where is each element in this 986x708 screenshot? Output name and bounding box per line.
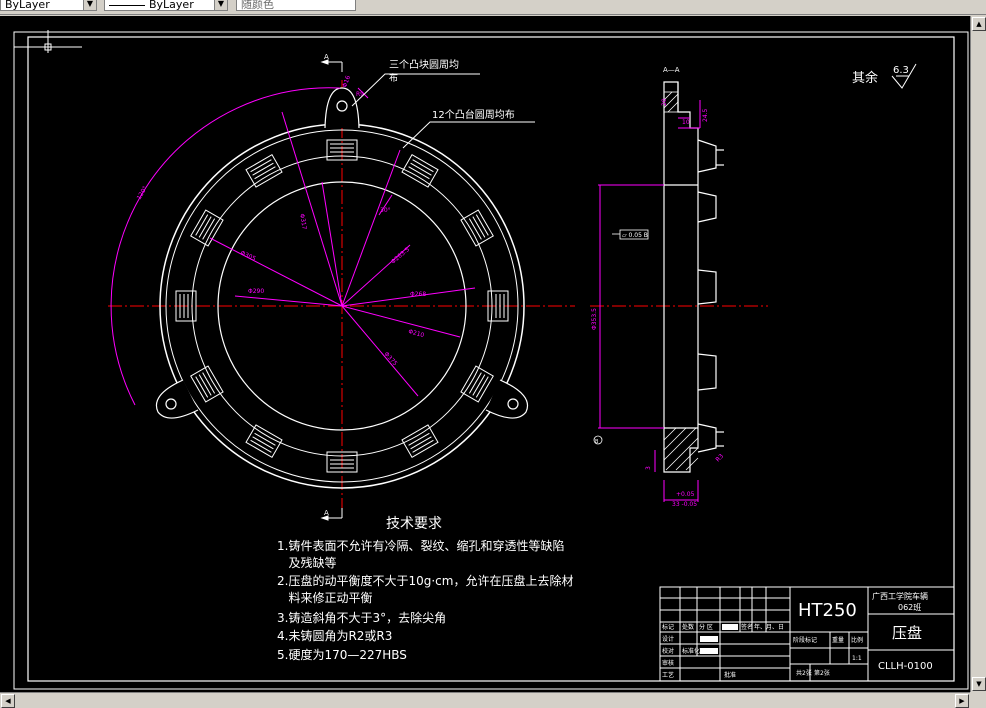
section-label-top: A	[324, 53, 329, 61]
layer-combo[interactable]: ByLayer ▼	[0, 0, 97, 11]
flatness-frame: ⏥ 0.05 B	[612, 229, 649, 240]
requirement-item: 5.硬度为170—227HBS	[277, 647, 407, 662]
tb-header-cell: 分 区	[699, 623, 713, 631]
tb-sheet-no: 第2张	[814, 669, 830, 677]
linetype-combo[interactable]: ByLayer ▼	[104, 0, 228, 11]
tb-std-mark: 标准化	[682, 647, 700, 655]
requirement-item: 4.未铸圆角为R2或R3	[277, 628, 392, 643]
tb-school: 广西工学院车辆	[872, 591, 928, 601]
dim-d6: Φ268	[410, 291, 426, 298]
chevron-down-icon[interactable]: ▼	[214, 0, 227, 10]
dim-d5: Φ290	[248, 288, 264, 295]
chevron-down-icon[interactable]: ▼	[83, 0, 96, 10]
tb-ratio: 比例	[851, 636, 863, 644]
tb-header-cell: 签名	[741, 623, 753, 631]
tb-header-cell: 标记	[662, 623, 674, 631]
requirements-title: 技术要求	[386, 516, 442, 532]
scroll-up-icon[interactable]: ▲	[972, 17, 986, 31]
tb-row-label: 设计	[662, 635, 674, 643]
tb-weight: 重量	[832, 636, 844, 644]
dim-h8: Φ210	[407, 328, 425, 339]
tb-part-name: 压盘	[892, 624, 922, 642]
front-dimensions	[110, 87, 476, 406]
dim-top3: 24.5	[702, 108, 709, 122]
tb-class: 062班	[898, 602, 921, 612]
linetype-sample	[109, 4, 145, 6]
tb-stage-mark: 阶段标记	[793, 636, 817, 644]
dim-vertical: Φ353.5	[591, 308, 598, 330]
scroll-right-icon[interactable]: ▶	[955, 694, 969, 708]
requirement-item: 及残缺等	[277, 555, 336, 570]
tb-material: HT250	[798, 600, 857, 621]
tb-drawing-number: CLLH-0100	[878, 661, 933, 672]
roughness-label: 其余	[852, 70, 878, 86]
boss-lug-right	[485, 379, 528, 419]
requirement-item: 3.铸造斜角不大于3°，去除尖角	[277, 610, 446, 625]
section-dimensions	[598, 100, 701, 502]
tb-row-label: 校对	[662, 647, 674, 655]
dim-top2: 10	[682, 119, 690, 126]
annotation-bosses: 三个凸块圆周均	[389, 59, 459, 71]
tb-header-cell: 年、月、日	[754, 623, 784, 631]
technical-requirements: 技术要求 1.铸件表面不允许有冷隔、裂纹、缩孔和穿透性等缺陷 及残缺等 2.压盘…	[277, 516, 573, 662]
dim-d3: 30°	[380, 207, 391, 214]
section-view-label: A—A	[663, 66, 680, 74]
properties-toolbar: ByLayer ▼ ByLayer ▼ 随颜色	[0, 0, 986, 15]
front-view: Φ317 Φ305 Φ290 Φ268 Φ210 Φ375 Φ263.5 120…	[108, 53, 575, 521]
tb-header-cell: 处数	[682, 623, 694, 631]
scrollbar-corner	[970, 692, 986, 708]
dim-thickness-tol: +0.05	[676, 491, 695, 498]
color-combo-value: 随颜色	[241, 0, 274, 11]
tb-row-label: 审核	[662, 659, 674, 667]
requirement-item: 料来修正动平衡	[277, 590, 372, 605]
roughness-value: 6.3	[893, 65, 909, 76]
annotation-pads: 12个凸台圆周均布	[432, 108, 515, 121]
linetype-combo-value: ByLayer	[149, 0, 194, 11]
dim-angle: 120°	[136, 185, 149, 201]
dim-small: 3	[645, 466, 652, 470]
dim-d2: R9	[356, 91, 364, 98]
section-hatch	[663, 91, 699, 471]
sheet-border	[13, 31, 969, 690]
dim-top: 20	[661, 98, 668, 106]
cursor-crosshair	[14, 30, 82, 53]
section-label-bottom: A	[324, 509, 329, 517]
roughness-note: 其余 6.3	[852, 63, 917, 89]
vertical-scrollbar[interactable]: ▲ ▼	[970, 16, 986, 692]
dim-outer: Φ375	[383, 351, 399, 368]
dim-d1: Φ16	[341, 75, 352, 89]
requirement-item: 2.压盘的动平衡度不大于10g·cm，允许在压盘上去除材	[277, 573, 573, 588]
tb-approve: 批准	[724, 671, 736, 679]
annotation-bosses-2: 布	[389, 72, 398, 84]
dim-thickness: 33 -0.05	[672, 501, 697, 508]
drawing-canvas[interactable]: Φ317 Φ305 Φ290 Φ268 Φ210 Φ375 Φ263.5 120…	[0, 16, 970, 692]
tb-sheets-total: 共2张	[796, 669, 812, 677]
dim-h85: Φ263.5	[390, 246, 411, 266]
dim-inner-dia: Φ305	[239, 249, 257, 262]
boss-lug-left	[155, 379, 199, 419]
horizontal-scrollbar[interactable]: ◀ ▶	[0, 692, 970, 708]
scroll-left-icon[interactable]: ◀	[1, 694, 15, 708]
tb-row-label: 工艺	[662, 671, 674, 679]
dim-mid-dia: Φ317	[298, 213, 308, 230]
datum-b: B	[593, 435, 603, 445]
dim-chamfer: R3	[714, 453, 725, 464]
color-combo[interactable]: 随颜色	[236, 0, 356, 11]
section-view: A—A Φ353.5 33 -0.05 +0.05 10 24.5 3 R3 2…	[590, 66, 768, 508]
boss-lug-top	[324, 87, 360, 129]
layer-combo-value: ByLayer	[5, 0, 50, 11]
tb-scale: 1:1	[852, 655, 862, 662]
scroll-down-icon[interactable]: ▼	[972, 677, 986, 691]
title-block-text: 标记 处数 分 区 签名 年、月、日 设计 校对 审核 工艺 标准化 批准 阶段…	[662, 623, 863, 679]
requirement-item: 1.铸件表面不允许有冷隔、裂纹、缩孔和穿透性等缺陷	[277, 538, 564, 553]
svg-text:B: B	[595, 439, 599, 445]
flatness-text: ⏥ 0.05 B	[622, 232, 648, 239]
